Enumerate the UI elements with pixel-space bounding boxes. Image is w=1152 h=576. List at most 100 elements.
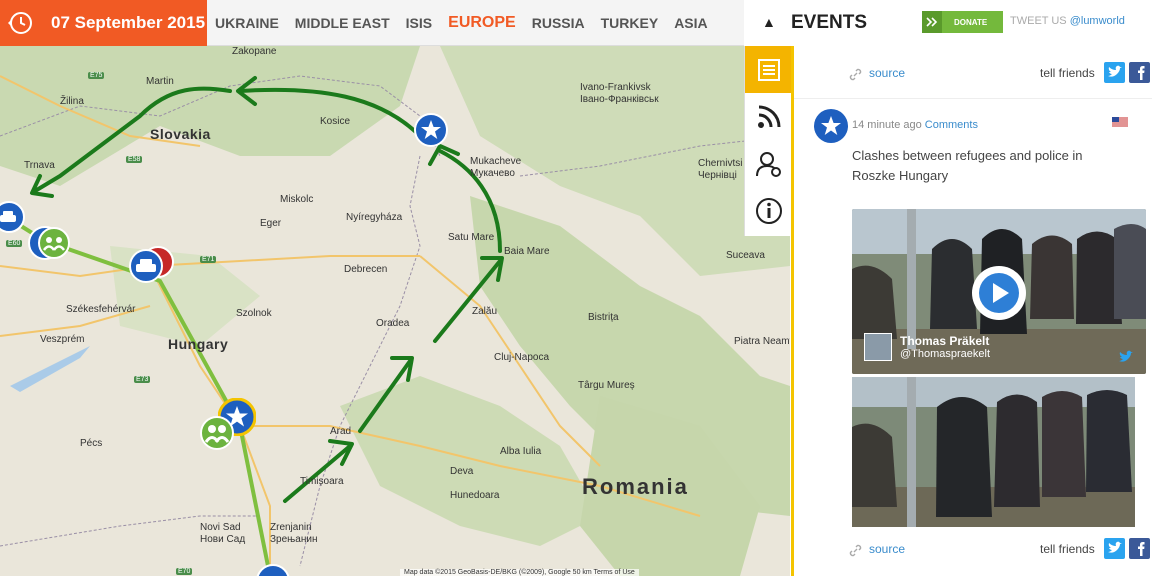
- tweet-us-link[interactable]: TWEET US @lumworld: [1010, 15, 1125, 27]
- rss-button[interactable]: [745, 93, 792, 140]
- map-label: Žilina: [60, 96, 84, 107]
- map-label: Зрењанин: [270, 534, 318, 545]
- map-label: Târgu Mureș: [578, 380, 635, 391]
- refugees-marker-icon[interactable]: [28, 226, 70, 260]
- tweet-video[interactable]: Thomas Präkelt @Thomaspraekelt: [852, 209, 1146, 374]
- map-label: Arad: [330, 426, 352, 437]
- map-country-label: Hungary: [168, 336, 229, 352]
- road-label: E75: [88, 72, 105, 79]
- event-time: 14 minute ago: [852, 119, 922, 131]
- road-label: E70: [176, 568, 193, 575]
- map-label: Eger: [260, 218, 282, 229]
- map-label: Zalău: [472, 306, 498, 317]
- refugees-marker-icon[interactable]: [200, 416, 234, 450]
- event-description: Clashes between refugees and police in R…: [852, 148, 1083, 183]
- nav-middle-east[interactable]: MIDDLE EAST: [287, 15, 398, 31]
- nav-europe[interactable]: EUROPE: [440, 14, 524, 32]
- map-label: Chernivtsi: [698, 158, 743, 169]
- map-label: Baia Mare: [504, 246, 550, 257]
- tweet-us-handle: @lumworld: [1069, 15, 1125, 27]
- map-label: Veszprém: [40, 334, 85, 345]
- map-label: Debrecen: [344, 264, 388, 275]
- twitter-icon: [1119, 350, 1133, 362]
- nav-isis[interactable]: ISIS: [398, 15, 440, 31]
- map-label: Alba Iulia: [500, 446, 542, 457]
- share-twitter-button[interactable]: [1104, 62, 1125, 83]
- map-country-label: Slovakia: [150, 126, 211, 142]
- events-title: EVENTS: [791, 12, 868, 33]
- date-selector[interactable]: 07 September 2015: [0, 0, 207, 46]
- nav-russia[interactable]: RUSSIA: [524, 15, 593, 31]
- map-label: Bistrița: [588, 312, 619, 323]
- share-facebook-button[interactable]: [1129, 62, 1150, 83]
- events-feed[interactable]: source tell friends 14 minute ago Commen…: [791, 46, 1152, 576]
- event-marker-bottom[interactable]: [256, 564, 290, 576]
- map-label: Нови Сад: [200, 534, 246, 545]
- map-label: Івано-Франківськ: [580, 94, 659, 105]
- road-label: E60: [6, 240, 23, 247]
- donate-label: DONATE: [954, 17, 988, 27]
- history-clock-icon: [8, 12, 32, 34]
- nav-asia[interactable]: ASIA: [666, 15, 715, 31]
- road-label: E73: [134, 376, 151, 383]
- current-date: 07 September 2015: [51, 13, 206, 32]
- map-label: Cluj-Napoca: [494, 352, 550, 363]
- collapse-arrow-icon[interactable]: ▲: [762, 14, 776, 30]
- twitter-icon: [1108, 65, 1122, 77]
- map-label: Satu Mare: [448, 232, 495, 243]
- map-label: Zakopane: [232, 46, 277, 57]
- map-label: Чернівці: [698, 170, 737, 181]
- police-car-marker-icon[interactable]: [128, 244, 176, 284]
- info-icon: [755, 197, 782, 224]
- tweet-author-name: Thomas Präkelt: [900, 334, 990, 348]
- link-icon: [849, 544, 862, 557]
- map-label: Novi Sad: [200, 522, 241, 533]
- road-label: E71: [200, 256, 217, 263]
- event-type-badge: [814, 109, 848, 143]
- play-button[interactable]: [972, 266, 1026, 320]
- comments-link[interactable]: Comments: [925, 119, 978, 131]
- tell-friends-label: tell friends: [1040, 66, 1095, 80]
- donate-button[interactable]: DONATE: [922, 11, 1003, 33]
- side-toolbar: [744, 46, 792, 236]
- map-label: Ivano-Frankivsk: [580, 82, 651, 93]
- map-label: Miskolc: [280, 194, 314, 205]
- map-label: Мукачево: [470, 168, 515, 179]
- road-label: E58: [126, 156, 143, 163]
- event-photo[interactable]: [852, 377, 1135, 527]
- map-label: Nyíregyháza: [346, 212, 403, 223]
- us-flag-icon: [1112, 117, 1128, 127]
- source-link[interactable]: source: [869, 542, 905, 556]
- map-label: Deva: [450, 466, 474, 477]
- share-facebook-button[interactable]: [1129, 538, 1150, 559]
- police-car-marker-icon[interactable]: [0, 200, 26, 234]
- map-label: Trnava: [24, 160, 55, 171]
- info-button[interactable]: [745, 187, 792, 234]
- map-country-label: Romania: [582, 474, 689, 499]
- tweet-us-label: TWEET US: [1010, 15, 1067, 27]
- facebook-icon: [1138, 66, 1145, 80]
- region-nav: UKRAINE MIDDLE EAST ISIS EUROPE RUSSIA T…: [207, 0, 716, 46]
- news-list-button[interactable]: [745, 46, 792, 93]
- map-attribution: Map data ©2015 GeoBasis-DE/BKG (©2009), …: [400, 569, 639, 576]
- event-marker-star[interactable]: [414, 113, 448, 147]
- events-header: ▲ EVENTS DONATE TWEET US @lumworld: [744, 0, 1152, 46]
- top-bar: 07 September 2015 UKRAINE MIDDLE EAST IS…: [0, 0, 744, 46]
- link-icon: [849, 68, 862, 81]
- share-twitter-button[interactable]: [1104, 538, 1125, 559]
- star-icon: [821, 116, 841, 135]
- map-label: Piatra Neamț: [734, 336, 790, 347]
- chevrons-right-icon: [922, 11, 942, 33]
- play-icon: [979, 273, 1019, 313]
- source-link[interactable]: source: [869, 66, 905, 80]
- separator: [794, 98, 1152, 99]
- event-actions-row: source tell friends: [794, 536, 1152, 564]
- map-view[interactable]: Zakopane Martin Žilina Trnava Kosice Iva…: [0, 46, 790, 576]
- nav-turkey[interactable]: TURKEY: [593, 15, 667, 31]
- tell-friends-label: tell friends: [1040, 542, 1095, 556]
- map-label: Mukacheve: [470, 156, 522, 167]
- map-label: Székesfehérvár: [66, 304, 136, 315]
- user-settings-button[interactable]: [745, 140, 792, 187]
- nav-ukraine[interactable]: UKRAINE: [207, 15, 287, 31]
- rss-icon: [757, 105, 780, 128]
